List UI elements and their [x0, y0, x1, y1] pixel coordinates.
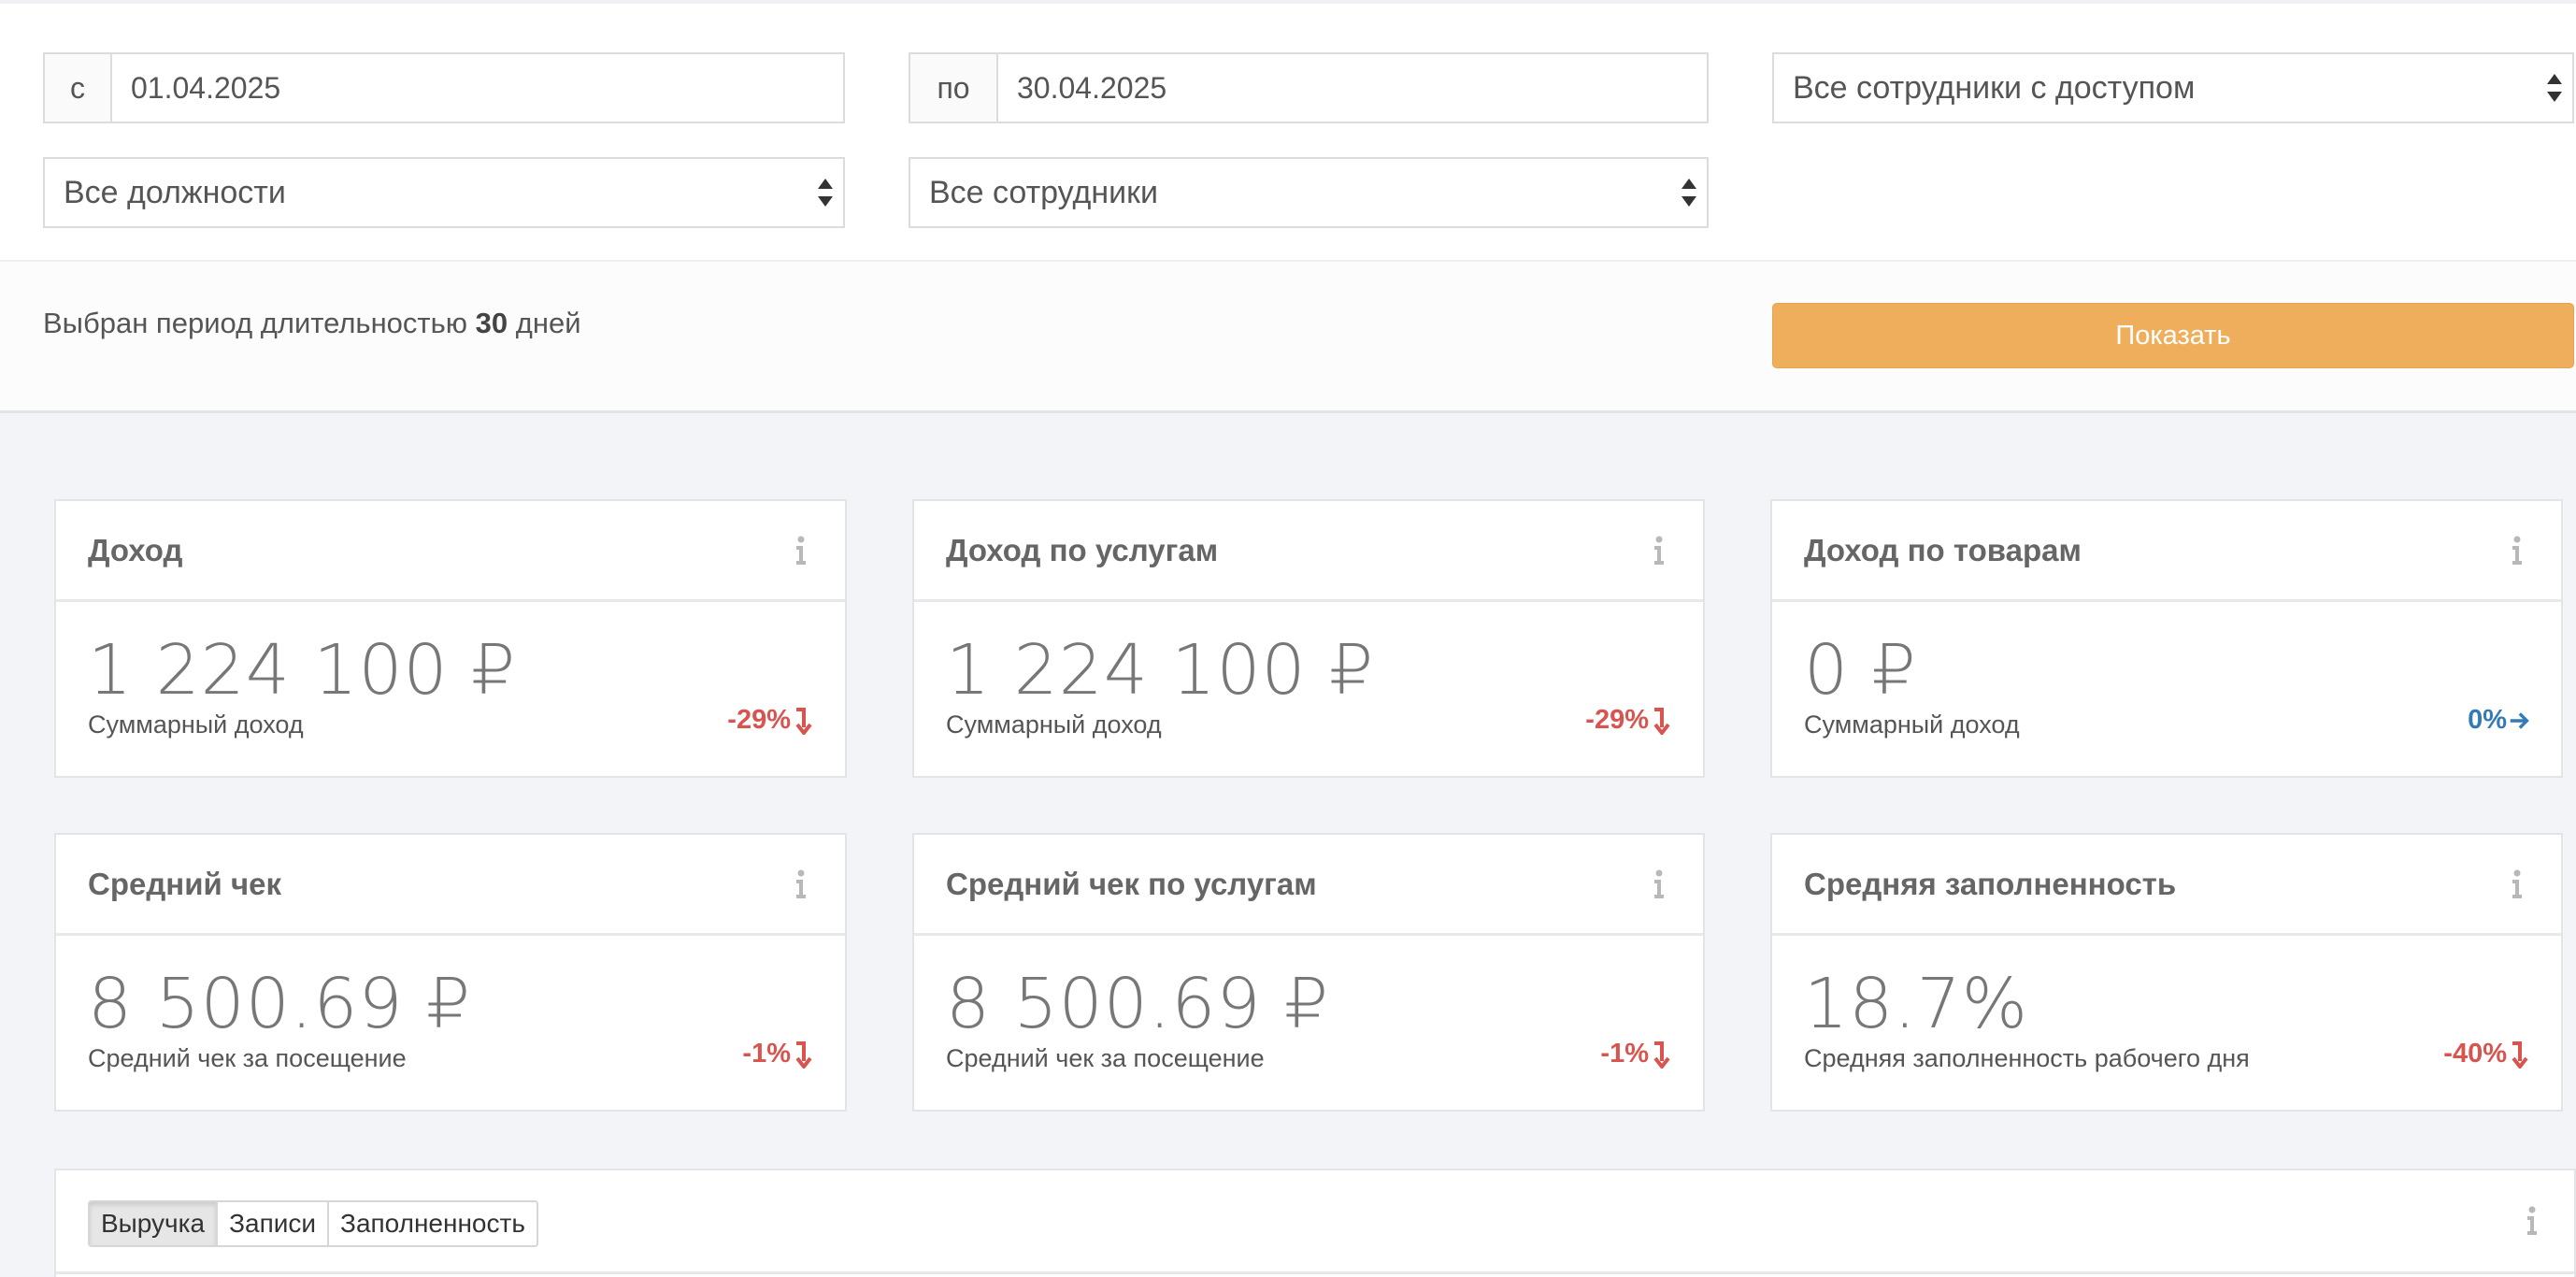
access-select[interactable]: Все сотрудники с доступом [1772, 52, 2574, 123]
select-arrows-icon [817, 179, 834, 207]
period-summary: Выбран период длительностью 30 дней [43, 307, 581, 340]
info-icon[interactable] [1653, 536, 1666, 566]
kpi-card-delta: -1% [1600, 1039, 1671, 1069]
kpi-card-subtitle: Суммарный доход [88, 710, 304, 739]
chart-divider [56, 1271, 2574, 1274]
kpi-card-subtitle: Средний чек за посещение [88, 1044, 407, 1072]
position-select[interactable]: Все должности [43, 157, 845, 228]
show-button[interactable]: Показать [1772, 303, 2574, 368]
kpi-card-body: 1 224 100 ₽ Суммарный доход -29% [56, 602, 845, 778]
chart-tab[interactable]: Заполненность [329, 1202, 537, 1245]
chart-tab[interactable]: Выручка [90, 1202, 219, 1245]
kpi-card-delta: -29% [727, 705, 813, 736]
kpi-card-title: Доход [88, 532, 183, 567]
kpi-card: Доход по товарам 0 ₽ Суммарный доход 0% [1770, 499, 2563, 778]
info-icon[interactable] [2511, 869, 2524, 899]
kpi-card-body: 18.7% Средняя заполненность рабочего дня -… [1772, 936, 2561, 1112]
chart-tab-group: Выручка Записи Заполненность [88, 1200, 538, 1247]
kpi-card-header: Средний чек по услугам [914, 835, 1703, 936]
kpi-card-title: Средний чек по услугам [946, 866, 1317, 901]
arrow-down-icon [795, 1040, 812, 1069]
kpi-card-title: Средний чек [88, 866, 281, 901]
date-from-group: с [43, 52, 845, 123]
select-arrows-icon [1681, 179, 1697, 207]
kpi-card-value: 1 224 100 ₽ [88, 630, 517, 710]
kpi-card-subtitle: Средняя заполненность рабочего дня [1804, 1044, 2250, 1072]
chart-panel: Выручка Записи Заполненность [54, 1169, 2576, 1277]
kpi-card: Доход 1 224 100 ₽ Суммарный доход -29% [54, 499, 847, 778]
kpi-card-header: Доход по товарам [1772, 501, 2561, 602]
kpi-card-header: Средняя заполненность [1772, 835, 2561, 936]
kpi-card-delta: -40% [2443, 1039, 2529, 1069]
period-days: 30 [475, 307, 508, 339]
kpi-card-delta: -1% [742, 1039, 813, 1069]
date-from-input[interactable] [112, 54, 843, 122]
info-icon[interactable] [794, 536, 808, 566]
kpi-card-value: 0 ₽ [1804, 630, 1917, 710]
info-icon[interactable] [2526, 1206, 2539, 1236]
kpi-card: Доход по услугам 1 224 100 ₽ Суммарный дох… [912, 499, 1705, 778]
date-from-prefix: с [45, 54, 112, 122]
kpi-card-delta-value: -29% [1585, 705, 1649, 735]
kpi-card-delta-value: -1% [1600, 1039, 1649, 1069]
kpi-card-body: 1 224 100 ₽ Суммарный доход -29% [914, 602, 1703, 778]
date-to-group: по [909, 52, 1709, 123]
position-select-value: Все должности [64, 174, 286, 210]
kpi-card-header: Доход [56, 501, 845, 602]
date-to-input[interactable] [998, 54, 1707, 122]
kpi-card-subtitle: Суммарный доход [946, 710, 1162, 739]
arrow-down-icon [1653, 707, 1670, 735]
select-arrows-icon [2546, 74, 2563, 102]
kpi-card-value: 1 224 100 ₽ [946, 630, 1375, 710]
kpi-card-body: 8 500.69 ₽ Средний чек за посещение -1% [56, 936, 845, 1112]
employee-select-value: Все сотрудники [929, 174, 1159, 210]
kpi-card: Средняя заполненность 18.7% Средняя заполн… [1770, 833, 2563, 1112]
filter-panel: с по Все сотрудники с доступом Все должн… [0, 0, 2576, 260]
kpi-card-title: Доход по товарам [1804, 532, 2082, 567]
kpi-card-delta-value: -40% [2443, 1039, 2507, 1069]
arrow-down-icon [795, 707, 812, 735]
kpi-card-header: Доход по услугам [914, 501, 1703, 602]
arrow-down-icon [1653, 1040, 1670, 1069]
kpi-card-title: Доход по услугам [946, 532, 1219, 567]
kpi-card-delta: -29% [1585, 705, 1671, 736]
period-bar: Выбран период длительностью 30 дней Пока… [0, 260, 2576, 413]
kpi-card-delta: 0% [2468, 705, 2529, 736]
kpi-card-body: 0 ₽ Суммарный доход 0% [1772, 602, 2561, 778]
kpi-card-title: Средняя заполненность [1804, 866, 2177, 901]
info-icon[interactable] [1653, 869, 1666, 899]
kpi-card-value: 18.7% [1804, 964, 2029, 1044]
kpi-card-value: 8 500.69 ₽ [946, 964, 1330, 1044]
kpi-card-header: Средний чек [56, 835, 845, 936]
info-icon[interactable] [2511, 536, 2524, 566]
period-prefix: Выбран период длительностью [43, 307, 468, 339]
kpi-card-body: 8 500.69 ₽ Средний чек за посещение -1% [914, 936, 1703, 1112]
kpi-card-subtitle: Средний чек за посещение [946, 1044, 1265, 1072]
date-to-prefix: по [910, 54, 998, 122]
period-suffix: дней [515, 307, 581, 339]
chart-tab[interactable]: Записи [218, 1202, 330, 1245]
kpi-card-subtitle: Суммарный доход [1804, 710, 2020, 739]
kpi-card-delta-value: -1% [742, 1039, 791, 1069]
kpi-card: Средний чек по услугам 8 500.69 ₽ Средний … [912, 833, 1705, 1112]
kpi-card-value: 8 500.69 ₽ [88, 964, 472, 1044]
kpi-card: Средний чек 8 500.69 ₽ Средний чек за посе… [54, 833, 847, 1112]
kpi-card-delta-value: -29% [727, 705, 791, 735]
access-select-value: Все сотрудники с доступом [1793, 69, 2196, 106]
employee-select[interactable]: Все сотрудники [909, 157, 1709, 228]
arrow-down-icon [2512, 1040, 2528, 1069]
kpi-card-delta-value: 0% [2468, 705, 2507, 735]
info-icon[interactable] [794, 869, 808, 899]
arrow-right-icon [2510, 711, 2529, 729]
